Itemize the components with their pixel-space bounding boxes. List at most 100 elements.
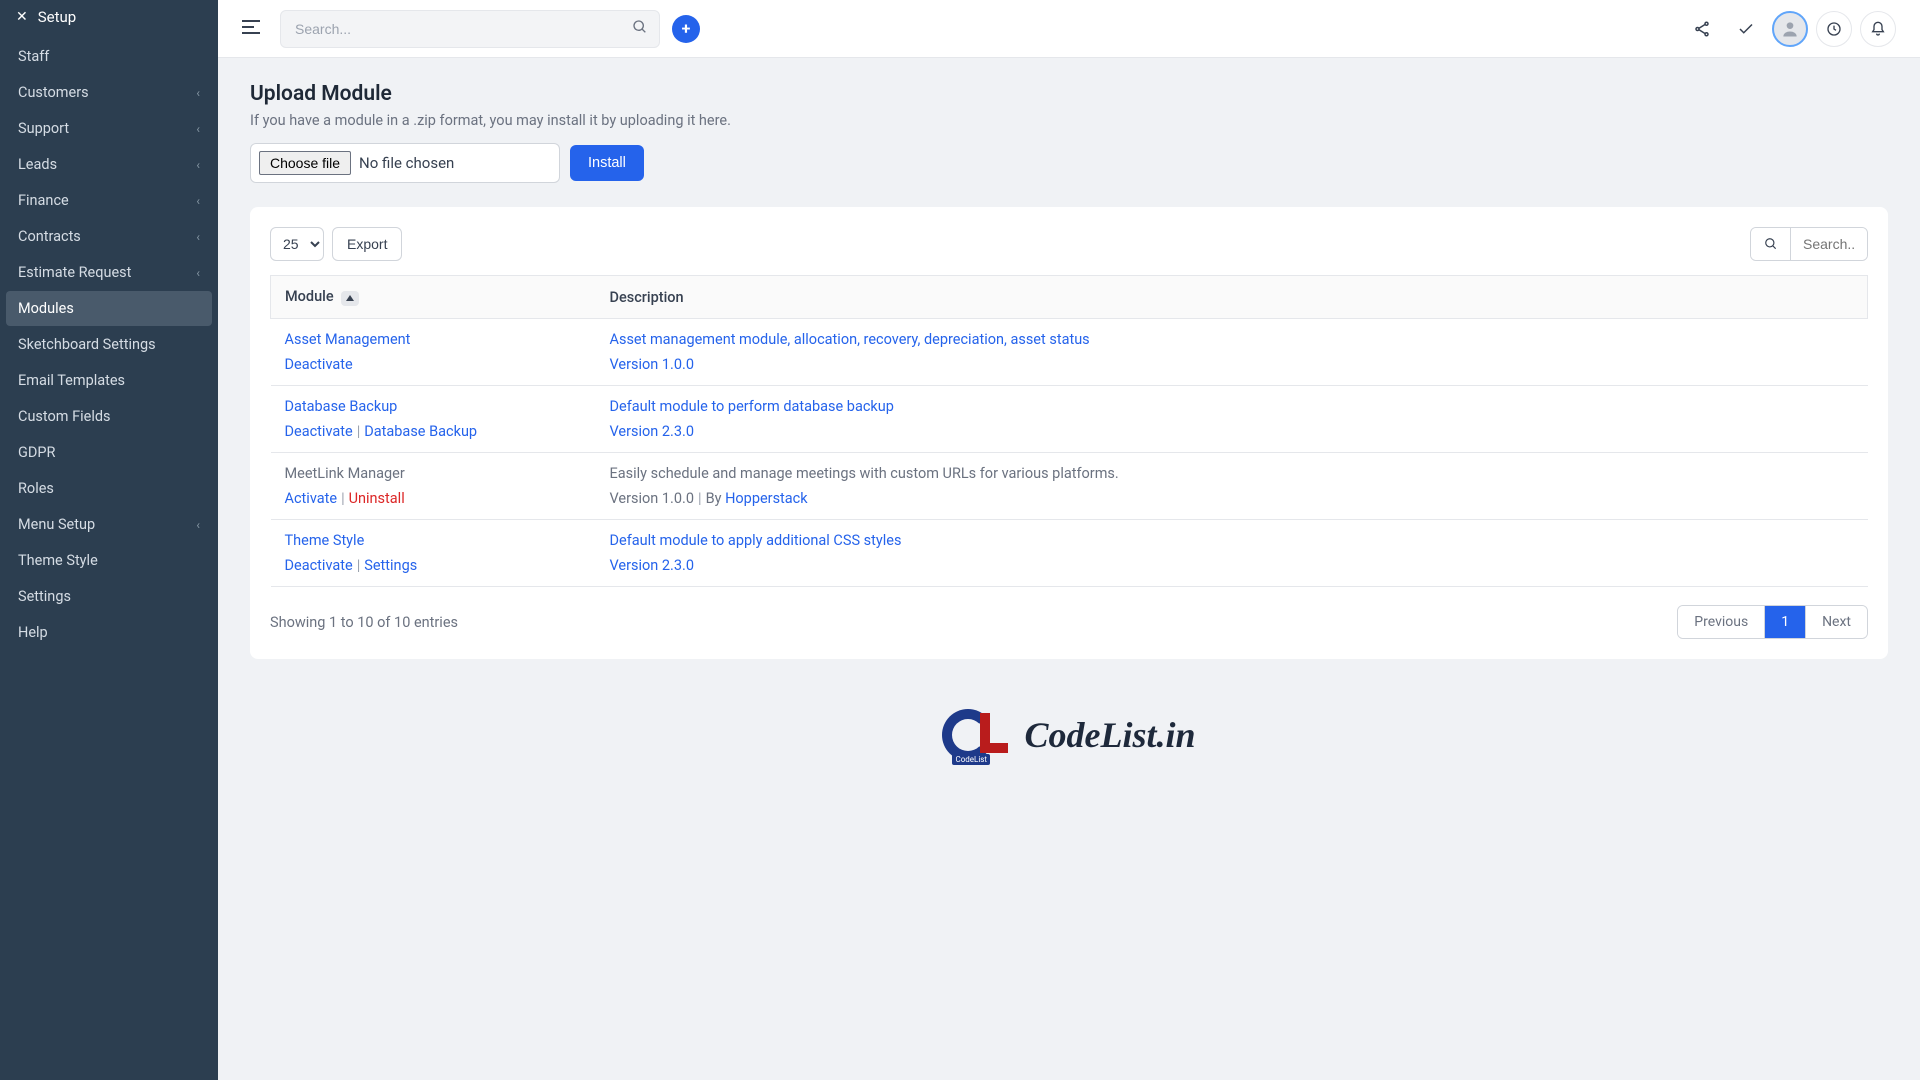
table-search bbox=[1750, 227, 1868, 261]
sidebar-item-label: Estimate Request bbox=[18, 264, 131, 281]
table-row: MeetLink Manager Activate|Uninstall Easily… bbox=[271, 453, 1868, 520]
sidebar-title: Setup bbox=[38, 8, 76, 26]
sidebar-item-finance[interactable]: Finance ‹ bbox=[6, 183, 212, 218]
share-icon[interactable] bbox=[1684, 11, 1720, 47]
menu-toggle-icon[interactable] bbox=[242, 18, 260, 39]
module-actions: Deactivate bbox=[285, 356, 582, 373]
topbar-actions bbox=[1684, 11, 1896, 47]
page-1-button[interactable]: 1 bbox=[1765, 606, 1806, 638]
sidebar-item-modules[interactable]: Modules bbox=[6, 291, 212, 326]
uninstall-link[interactable]: Uninstall bbox=[349, 490, 405, 507]
author-link[interactable]: Hopperstack bbox=[725, 490, 808, 507]
sidebar-item-contracts[interactable]: Contracts ‹ bbox=[6, 219, 212, 254]
sidebar-item-label: Contracts bbox=[18, 228, 81, 245]
chevron-left-icon: ‹ bbox=[196, 122, 200, 136]
sidebar-item-label: Sketchboard Settings bbox=[18, 336, 156, 353]
sidebar-item-roles[interactable]: Roles bbox=[6, 471, 212, 506]
table-search-input[interactable] bbox=[1791, 228, 1867, 260]
sidebar-item-label: Theme Style bbox=[18, 552, 98, 569]
choose-file-button[interactable]: Choose file bbox=[259, 151, 351, 175]
header-module[interactable]: Module bbox=[271, 276, 596, 319]
module-name[interactable]: Theme Style bbox=[285, 532, 582, 549]
chevron-left-icon: ‹ bbox=[196, 518, 200, 532]
file-label: No file chosen bbox=[359, 154, 454, 172]
module-description: Default module to perform database backu… bbox=[610, 398, 1854, 415]
sidebar-item-label: Menu Setup bbox=[18, 516, 95, 533]
sidebar-item-sketchboard-settings[interactable]: Sketchboard Settings bbox=[6, 327, 212, 362]
deactivate-link[interactable]: Deactivate bbox=[285, 423, 353, 440]
sidebar-item-settings[interactable]: Settings bbox=[6, 579, 212, 614]
modules-card: 25 Export Modu bbox=[250, 207, 1888, 659]
upload-row: Choose file No file chosen Install bbox=[250, 143, 1888, 183]
install-button[interactable]: Install bbox=[570, 145, 644, 181]
sidebar-item-label: Finance bbox=[18, 192, 69, 209]
logo-text: CodeList.in bbox=[1024, 714, 1195, 756]
export-button[interactable]: Export bbox=[332, 227, 402, 261]
module-description: Asset management module, allocation, rec… bbox=[610, 331, 1854, 348]
module-description: Easily schedule and manage meetings with… bbox=[610, 465, 1854, 482]
entries-info: Showing 1 to 10 of 10 entries bbox=[270, 614, 458, 631]
add-button[interactable]: + bbox=[672, 15, 700, 43]
sidebar-item-label: Roles bbox=[18, 480, 54, 497]
sidebar-item-label: GDPR bbox=[18, 444, 55, 461]
chevron-left-icon: ‹ bbox=[196, 230, 200, 244]
chevron-left-icon: ‹ bbox=[196, 158, 200, 172]
sidebar-item-label: Support bbox=[18, 120, 69, 137]
module-version: Version 1.0.0 bbox=[610, 356, 695, 373]
prev-button[interactable]: Previous bbox=[1678, 606, 1765, 638]
header-description[interactable]: Description bbox=[596, 276, 1868, 319]
activate-link[interactable]: Activate bbox=[285, 490, 338, 507]
sidebar-item-label: Customers bbox=[18, 84, 89, 101]
sidebar-item-label: Email Templates bbox=[18, 372, 125, 389]
module-name[interactable]: Asset Management bbox=[285, 331, 582, 348]
table-search-icon[interactable] bbox=[1751, 228, 1791, 260]
table-row: Database BackupDeactivate|Database Backu… bbox=[271, 386, 1868, 453]
sidebar-item-custom-fields[interactable]: Custom Fields bbox=[6, 399, 212, 434]
sidebar-item-theme-style[interactable]: Theme Style bbox=[6, 543, 212, 578]
database-backup-link[interactable]: Database Backup bbox=[364, 423, 477, 440]
deactivate-link[interactable]: Deactivate bbox=[285, 557, 353, 574]
chevron-left-icon: ‹ bbox=[196, 194, 200, 208]
settings-link[interactable]: Settings bbox=[364, 557, 417, 574]
module-name: MeetLink Manager bbox=[285, 465, 582, 482]
module-actions: Deactivate|Database Backup bbox=[285, 423, 582, 440]
module-actions: Activate|Uninstall bbox=[285, 490, 582, 507]
deactivate-link[interactable]: Deactivate bbox=[285, 356, 353, 373]
module-version: Version 1.0.0 bbox=[610, 490, 695, 507]
pagination: Previous 1 Next bbox=[1677, 605, 1868, 639]
search-icon[interactable] bbox=[632, 19, 648, 39]
module-version: Version 2.3.0 bbox=[610, 557, 695, 574]
footer-logo: CodeList CodeList.in bbox=[250, 709, 1888, 761]
close-icon[interactable]: ✕ bbox=[16, 9, 28, 25]
check-icon[interactable] bbox=[1728, 11, 1764, 47]
next-button[interactable]: Next bbox=[1806, 606, 1867, 638]
search-input[interactable] bbox=[280, 10, 660, 48]
bell-icon[interactable] bbox=[1860, 11, 1896, 47]
sidebar-item-customers[interactable]: Customers‹ bbox=[6, 75, 212, 110]
avatar[interactable] bbox=[1772, 11, 1808, 47]
module-version: Version 2.3.0 bbox=[610, 423, 695, 440]
sidebar-item-leads[interactable]: Leads‹ bbox=[6, 147, 212, 182]
sidebar: ✕ Setup StaffCustomers‹Support‹Leads‹Fin… bbox=[0, 0, 218, 1080]
sidebar-item-estimate-request[interactable]: Estimate Request‹ bbox=[6, 255, 212, 290]
sidebar-item-help[interactable]: Help bbox=[6, 615, 212, 650]
sidebar-item-support[interactable]: Support ‹ bbox=[6, 111, 212, 146]
page-subtitle: If you have a module in a .zip format, y… bbox=[250, 112, 1888, 129]
module-actions: Deactivate|Settings bbox=[285, 557, 582, 574]
page-size-select[interactable]: 25 bbox=[270, 227, 324, 261]
sidebar-item-label: Help bbox=[18, 624, 48, 641]
clock-icon[interactable] bbox=[1816, 11, 1852, 47]
sidebar-item-staff[interactable]: Staff bbox=[6, 39, 212, 74]
module-name[interactable]: Database Backup bbox=[285, 398, 582, 415]
sidebar-item-gdpr[interactable]: GDPR bbox=[6, 435, 212, 470]
file-input[interactable]: Choose file No file chosen bbox=[250, 143, 560, 183]
sidebar-menu: StaffCustomers‹Support‹Leads‹Finance‹Con… bbox=[0, 34, 218, 655]
table-footer: Showing 1 to 10 of 10 entries Previous 1… bbox=[270, 605, 1868, 639]
sidebar-item-email-templates[interactable]: Email Templates bbox=[6, 363, 212, 398]
sort-icon bbox=[341, 291, 359, 306]
topbar: + bbox=[218, 0, 1920, 58]
sidebar-item-label: Modules bbox=[18, 300, 74, 317]
table-row: Asset Management Deactivate Asset manageme… bbox=[271, 319, 1868, 386]
sidebar-item-menu-setup[interactable]: Menu Setup ‹ bbox=[6, 507, 212, 542]
sidebar-header: ✕ Setup bbox=[0, 0, 218, 34]
